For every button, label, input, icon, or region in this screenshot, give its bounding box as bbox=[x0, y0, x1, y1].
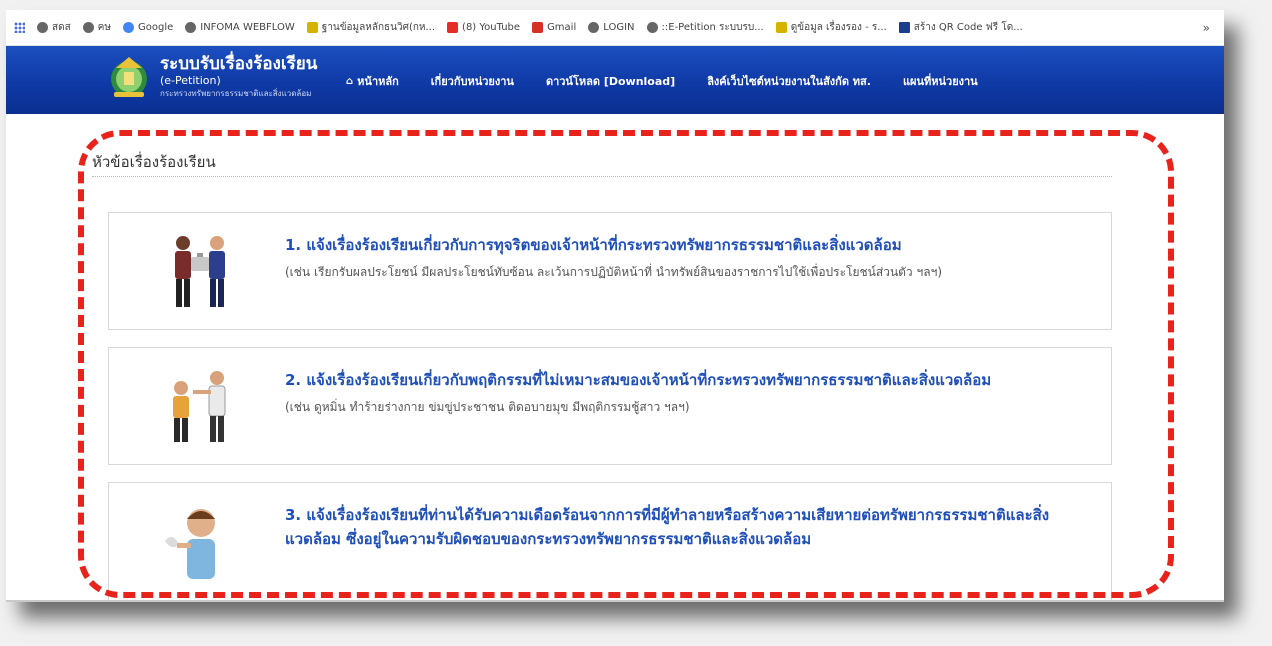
bookmark-label: ฐานข้อมูลหลักธนวิศ(กห... bbox=[321, 22, 436, 33]
qr-icon bbox=[898, 22, 910, 33]
section-title: หัวข้อเรื่องร้องเรียน bbox=[92, 153, 216, 171]
bookmark-label: INFOMA WEBFLOW bbox=[200, 22, 295, 33]
nav-about[interactable]: เกี่ยวกับหน่วยงาน bbox=[431, 72, 514, 90]
bookmark-label: ฅษ bbox=[97, 22, 111, 33]
bookmark-item[interactable]: INFOMA WEBFLOW bbox=[185, 22, 295, 33]
complaint-card-environment[interactable]: 3. แจ้งเรื่องร้องเรียนที่ท่านได้รับความเ… bbox=[108, 482, 1112, 602]
bookmark-item[interactable]: ฅษ bbox=[82, 20, 111, 35]
site-subtitle: (e-Petition) bbox=[160, 74, 221, 87]
nav-map[interactable]: แผนที่หน่วยงาน bbox=[903, 72, 978, 90]
card-title[interactable]: 2. แจ้งเรื่องร้องเรียนเกี่ยวกับพฤติกรรมท… bbox=[285, 368, 1089, 392]
bookmark-item[interactable]: ดูข้อมูล เรื่องรอง - ร... bbox=[775, 20, 887, 35]
nav-label: ดาวน์โหลด [Download] bbox=[545, 75, 676, 88]
bookmark-label: สดส bbox=[52, 22, 71, 33]
bookmark-item[interactable]: LOGIN bbox=[588, 22, 635, 33]
site-brand[interactable]: ระบบรับเรื่องร้องเรียน (e-Petition) กระท… bbox=[106, 54, 317, 100]
card-description: (เช่น เรียกรับผลประโยชน์ มีผลประโยชน์ทับ… bbox=[285, 265, 942, 279]
bookmark-item[interactable]: (8) YouTube bbox=[447, 22, 520, 33]
bookmarks-bar: สดส ฅษ Google INFOMA WEBFLOW ฐานข้อมูลหล… bbox=[6, 10, 1224, 46]
ministry-logo-icon bbox=[106, 54, 152, 100]
site-title: ระบบรับเรื่องร้องเรียน bbox=[160, 54, 318, 74]
bookmark-item[interactable]: Gmail bbox=[532, 22, 576, 33]
site-header: ระบบรับเรื่องร้องเรียน (e-Petition) กระท… bbox=[6, 46, 1224, 114]
card-description: (เช่น ดูหมิ่น ทำร้ายร่างกาย ข่มขู่ประชาช… bbox=[285, 400, 690, 414]
globe-icon bbox=[82, 22, 94, 33]
nav-agency-links[interactable]: ลิงค์เว็บไซต์หน่วยงานในสังกัด ทส. bbox=[707, 72, 871, 90]
complaint-card-corruption[interactable]: 1. แจ้งเรื่องร้องเรียนเกี่ยวกับการทุจริต… bbox=[108, 212, 1112, 330]
bookmark-label: Gmail bbox=[547, 22, 577, 33]
nav-label: เกี่ยวกับหน่วยงาน bbox=[430, 75, 514, 88]
globe-icon bbox=[37, 22, 48, 33]
section-divider bbox=[92, 176, 1112, 177]
bookmark-item[interactable]: ฐานข้อมูลหลักธนวิศ(กห... bbox=[306, 20, 436, 35]
nav-home[interactable]: ⌂ หน้าหลัก bbox=[346, 72, 399, 90]
google-icon bbox=[122, 22, 134, 33]
bookmark-label: Google bbox=[137, 22, 174, 33]
youtube-icon bbox=[447, 22, 459, 33]
bookmark-item[interactable]: ::E-Petition ระบบรบ... bbox=[646, 20, 764, 35]
globe-icon bbox=[646, 22, 658, 33]
bookmark-item[interactable]: Google bbox=[122, 22, 174, 33]
apps-icon[interactable] bbox=[14, 22, 25, 33]
card-title[interactable]: 3. แจ้งเรื่องร้องเรียนที่ท่านได้รับความเ… bbox=[285, 503, 1089, 551]
home-icon: ⌂ bbox=[346, 75, 354, 87]
bribery-illustration bbox=[159, 231, 241, 311]
bookmark-label: สร้าง QR Code ฟรี โด... bbox=[913, 22, 1023, 33]
nav-label: แผนที่หน่วยงาน bbox=[902, 75, 978, 88]
globe-icon bbox=[588, 22, 600, 33]
bookmark-item[interactable]: สดส bbox=[37, 20, 71, 35]
bookmark-label: ดูข้อมูล เรื่องรอง - ร... bbox=[790, 22, 887, 33]
nav-label: ลิงค์เว็บไซต์หน่วยงานในสังกัด ทส. bbox=[707, 75, 871, 88]
bookmark-item[interactable]: สร้าง QR Code ฟรี โด... bbox=[898, 20, 1023, 35]
bookmark-label: (8) YouTube bbox=[462, 22, 521, 33]
screenshot-frame: สดส ฅษ Google INFOMA WEBFLOW ฐานข้อมูลหล… bbox=[6, 10, 1224, 602]
globe-icon bbox=[185, 22, 197, 33]
gmail-icon bbox=[532, 22, 544, 33]
folder-icon bbox=[306, 22, 318, 33]
nav-label: หน้าหลัก bbox=[357, 75, 399, 88]
nav-download[interactable]: ดาวน์โหลด [Download] bbox=[546, 72, 675, 90]
page-bottom-edge bbox=[6, 600, 1224, 602]
bookmark-label: ::E-Petition ระบบรบ... bbox=[661, 22, 764, 33]
main-content: หัวข้อเรื่องร้องเรียน 1. แจ้งเรื่องร้องเ… bbox=[6, 114, 1224, 602]
complaint-card-misconduct[interactable]: 2. แจ้งเรื่องร้องเรียนเกี่ยวกับพฤติกรรมท… bbox=[108, 347, 1112, 465]
site-org: กระทรวงทรัพยากรธรรมชาติและสิ่งแวดล้อม bbox=[160, 89, 312, 98]
more-bookmarks-button[interactable]: » bbox=[1203, 21, 1210, 35]
misconduct-illustration bbox=[159, 366, 241, 446]
bookmark-label: LOGIN bbox=[603, 22, 635, 33]
main-nav: ⌂ หน้าหลัก เกี่ยวกับหน่วยงาน ดาวน์โหลด [… bbox=[346, 72, 1010, 90]
folder-icon bbox=[775, 22, 787, 33]
card-title[interactable]: 1. แจ้งเรื่องร้องเรียนเกี่ยวกับการทุจริต… bbox=[285, 233, 1089, 257]
distress-illustration bbox=[159, 501, 241, 581]
